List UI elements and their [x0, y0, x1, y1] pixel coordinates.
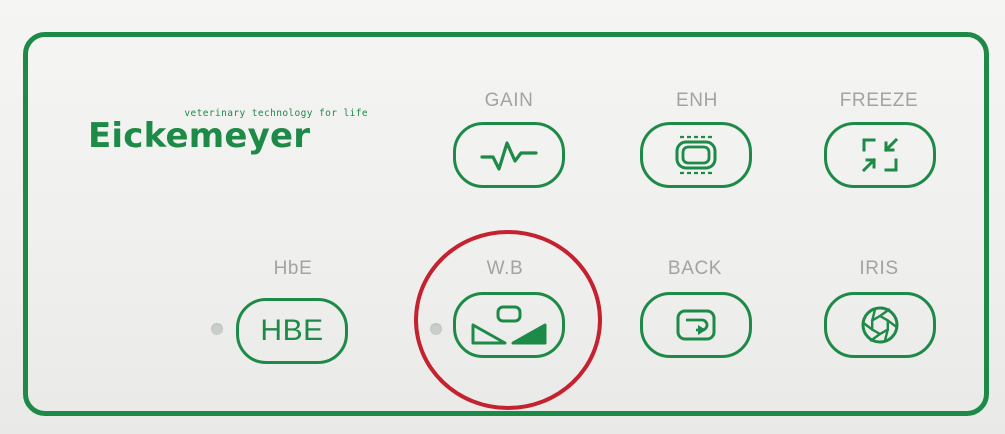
- gain-label: GAIN: [484, 90, 534, 111]
- iris-button[interactable]: [824, 292, 936, 358]
- back-label: BACK: [667, 258, 723, 279]
- hbe-button-text: HBE: [260, 314, 324, 347]
- freeze-button[interactable]: [824, 122, 936, 188]
- collapse-arrows-icon: [861, 137, 899, 173]
- hbe-led: [211, 323, 223, 335]
- enh-button[interactable]: [640, 122, 752, 188]
- freeze-label: FREEZE: [839, 90, 919, 111]
- screen-enhance-icon: [675, 135, 717, 175]
- hbe-label: HbE: [273, 258, 313, 279]
- back-arrow-icon: [676, 309, 716, 341]
- hbe-button[interactable]: HBE: [236, 298, 348, 364]
- control-panel: veterinary technology for life Eickemeye…: [0, 0, 1005, 434]
- aperture-icon: [861, 306, 899, 344]
- wb-highlight-circle: [414, 230, 602, 410]
- brand-name: Eickemeyer: [88, 116, 311, 156]
- brand-logo: veterinary technology for life Eickemeye…: [88, 104, 368, 164]
- iris-label: IRIS: [859, 258, 899, 279]
- gain-button[interactable]: [453, 122, 565, 188]
- waveform-icon: [480, 141, 538, 171]
- enh-label: ENH: [676, 90, 718, 111]
- back-button[interactable]: [640, 292, 752, 358]
